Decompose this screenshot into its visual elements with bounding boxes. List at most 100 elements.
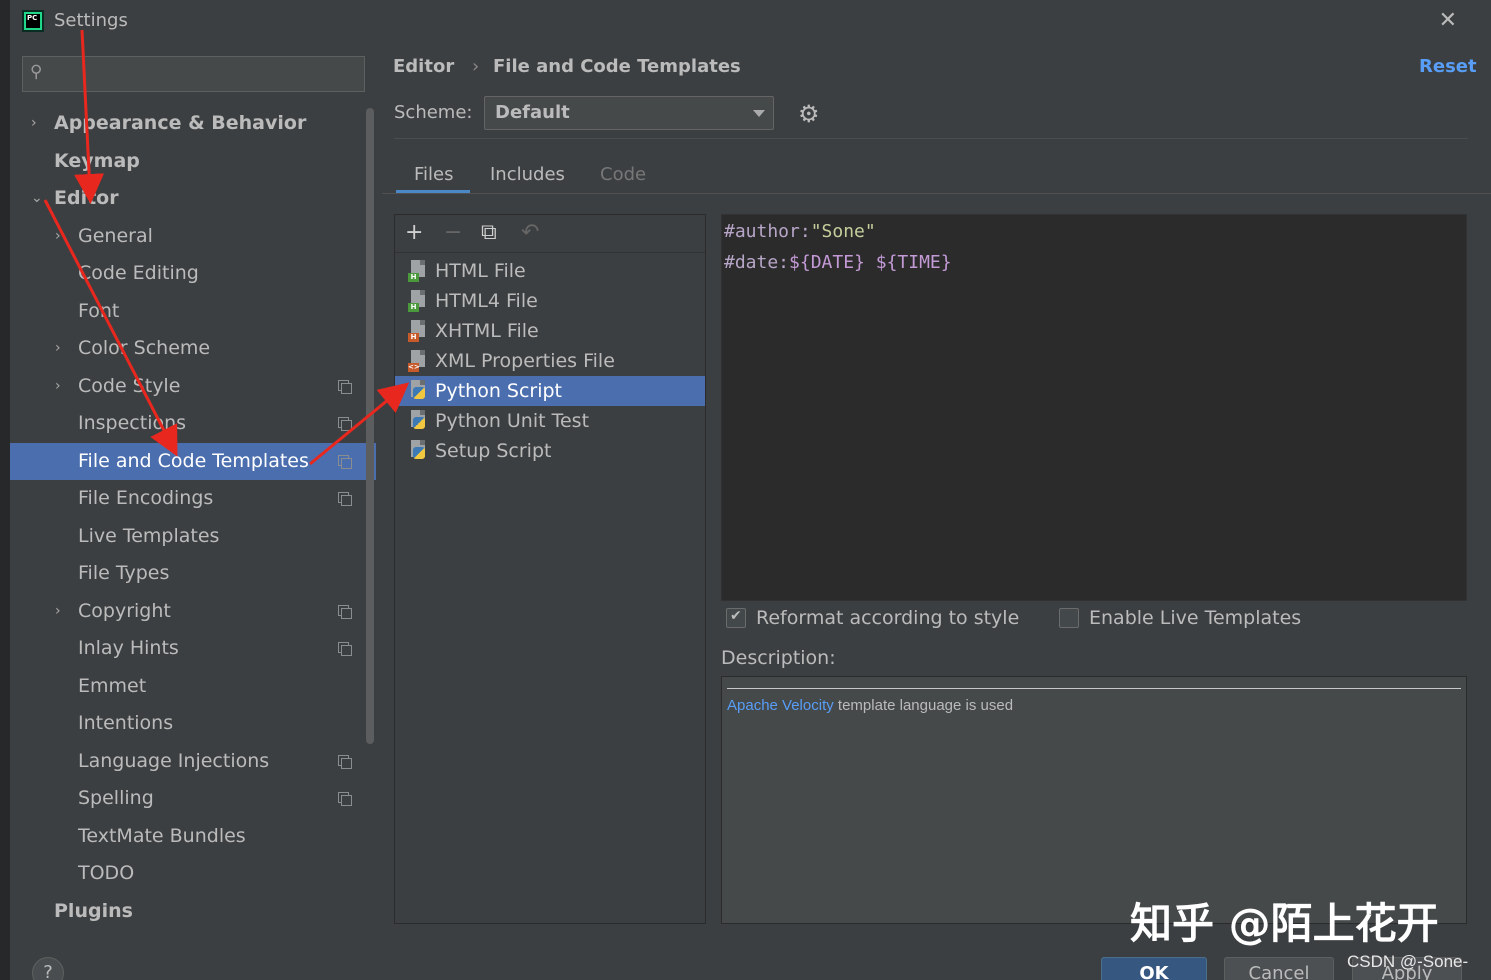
sidebar-item-label: TODO [78,862,135,884]
chevron-down-icon[interactable]: ⌄ [31,180,43,217]
live-templates-label[interactable]: Enable Live Templates [1089,607,1301,629]
csdn-watermark: CSDN @-Sone- [1347,952,1469,971]
sidebar-scrollbar[interactable] [366,108,374,744]
scheme-label: Scheme: [394,102,473,123]
sidebar-item-label: Inspections [78,412,187,434]
divider [394,138,1468,139]
sidebar-item[interactable]: › General [10,218,376,255]
description-label: Description: [721,647,836,669]
template-list-item[interactable]: Python Unit Test [395,406,705,436]
sidebar-item-label: File Types [78,562,170,584]
tab-code[interactable]: Code [600,164,646,185]
reformat-label[interactable]: Reformat according to style [756,607,1019,629]
reset-link[interactable]: Reset [1419,56,1477,77]
python-file-icon [408,410,428,432]
python-file-icon [408,380,428,402]
list-toolbar: + − ⧉ ↶ [395,215,705,253]
tab-includes[interactable]: Includes [490,164,565,185]
live-templates-checkbox[interactable] [1059,608,1079,628]
sidebar-item[interactable]: › Color Scheme [10,330,376,367]
chevron-right-icon[interactable]: › [55,368,61,405]
project-scope-icon [338,379,352,394]
sidebar-item[interactable]: › Appearance & Behavior [10,105,376,142]
sidebar-item[interactable]: Inlay Hints [10,630,376,667]
sidebar-item[interactable]: Keymap [10,143,376,180]
cancel-button[interactable]: Cancel [1224,957,1334,980]
sidebar-item[interactable]: › Copyright [10,593,376,630]
search-input[interactable] [55,61,355,87]
chevron-right-icon[interactable]: › [31,105,37,142]
code-line: #date:${DATE} ${TIME} [724,252,952,273]
chevron-right-icon[interactable]: › [55,330,61,367]
sidebar-item[interactable]: Font [10,293,376,330]
project-scope-icon [338,792,352,806]
html-file-icon: H [408,290,428,312]
copy-icon[interactable]: ⧉ [481,221,497,245]
close-icon[interactable]: ✕ [1439,8,1457,33]
breadcrumb-editor: Editor [393,56,455,77]
code-line: #author:"Sone" [724,221,876,242]
sidebar-item[interactable]: Emmet [10,668,376,705]
sidebar-item[interactable]: File Encodings [10,480,376,517]
template-list-item[interactable]: <> XML Properties File [395,346,705,376]
chevron-right-icon[interactable]: › [55,593,61,630]
page-title: File and Code Templates [493,56,741,77]
template-list-item[interactable]: Setup Script [395,436,705,466]
sidebar-item-label: Intentions [78,712,174,734]
template-label: XML Properties File [435,350,615,372]
window-title: Settings [54,10,128,31]
sidebar-item-label: Code Editing [78,262,199,284]
sidebar-item[interactable]: Live Templates [10,518,376,555]
xml-file-icon: <> [408,350,428,372]
template-label: Python Unit Test [435,410,590,432]
sidebar-item[interactable]: Language Injections [10,743,376,780]
sidebar-item-label: Keymap [54,149,140,172]
search-field[interactable]: ⚲ [22,56,365,92]
sidebar-item[interactable]: Code Editing [10,255,376,292]
sidebar-item[interactable]: File Types [10,555,376,592]
template-list-item[interactable]: H HTML4 File [395,286,705,316]
sidebar-item-label: Language Injections [78,749,270,772]
description-text: Apache Velocity template language is use… [727,697,1014,714]
add-icon[interactable]: + [405,221,423,245]
sidebar-item-label: Font [78,299,120,322]
settings-sidebar: ⚲ › Appearance & Behavior Keymap ⌄ Editor › Ge… [10,42,376,938]
sidebar-item[interactable]: TextMate Bundles [10,818,376,855]
template-list-item[interactable]: Python Script [395,376,705,406]
tab-files[interactable]: Files [414,164,454,185]
help-button[interactable]: ? [32,957,64,980]
sidebar-item[interactable]: Spelling [10,780,376,817]
python-file-icon [408,440,428,462]
sidebar-item[interactable]: › Code Style [10,368,376,405]
remove-icon[interactable]: − [444,221,462,245]
template-label: HTML4 File [435,290,538,312]
description-box: Apache Velocity template language is use… [721,676,1467,924]
chevron-right-icon[interactable]: › [55,218,61,255]
project-scope-icon [338,604,352,619]
sidebar-item[interactable]: TODO [10,855,376,892]
velocity-link[interactable]: Apache Velocity [727,697,834,714]
zhihu-watermark: 知乎 @陌上花开 [1130,899,1439,948]
gear-icon[interactable]: ⚙ [798,100,820,128]
template-list-item[interactable]: H XHTML File [395,316,705,346]
sidebar-item-label: File Encodings [78,487,214,509]
sidebar-item-label: Color Scheme [78,337,211,359]
chevron-down-icon [753,110,765,117]
sidebar-item[interactable]: Intentions [10,705,376,742]
template-list-item[interactable]: H HTML File [395,256,705,286]
sidebar-item[interactable]: Inspections [10,405,376,442]
templates-list-panel: + − ⧉ ↶ H HTML File H HTML4 File H XHTML File… [394,214,706,924]
sidebar-item-label: Spelling [78,787,154,809]
sidebar-item[interactable]: File and Code Templates [10,442,376,480]
reformat-checkbox[interactable] [726,608,746,628]
project-scope-icon [338,454,352,469]
sidebar-item[interactable]: ⌄ Editor [10,180,376,217]
reset-icon[interactable]: ↶ [521,221,539,245]
sidebar-item[interactable]: Plugins [10,893,376,930]
settings-dialog: PC Settings ✕ ⚲ › Appearance & Behavior Ke… [10,0,1491,980]
template-editor[interactable]: #author:"Sone" #date:${DATE} ${TIME} [721,214,1467,601]
sidebar-item-label: Inlay Hints [78,637,179,659]
scheme-dropdown[interactable]: Default [484,96,774,130]
sidebar-item-label: Plugins [54,899,133,922]
ok-button[interactable]: OK [1101,957,1207,980]
